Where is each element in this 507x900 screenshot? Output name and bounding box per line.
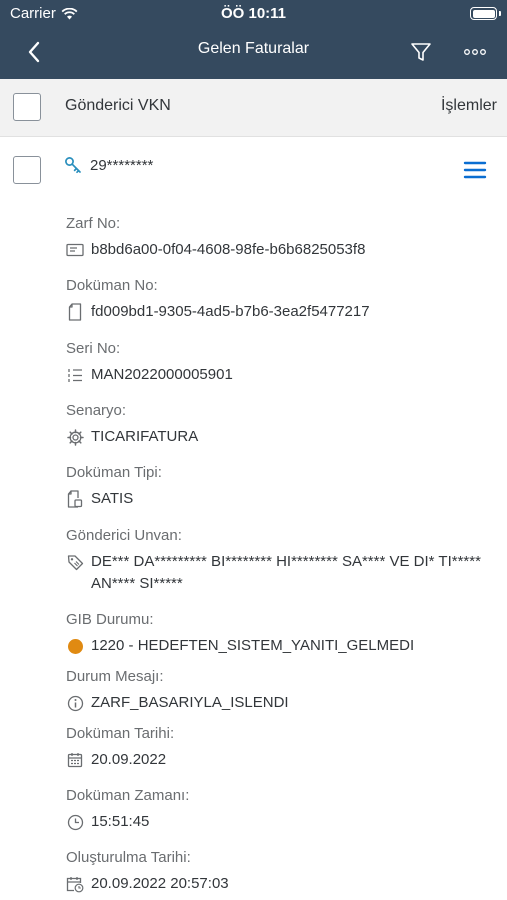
field-value: b8bd6a00-0f04-4608-98fe-b6b6825053f8 — [91, 241, 366, 258]
document-icon — [66, 301, 84, 323]
app-header: Carrier ÖÖ 10:11 Gelen Faturalar — [0, 0, 507, 79]
field-gib-durumu: GIB Durumu: 1220 - HEDEFTEN_SISTEM_YANIT… — [66, 611, 486, 657]
key-icon — [65, 157, 81, 174]
status-dot-icon — [66, 635, 84, 657]
gear-icon — [66, 426, 84, 448]
actions-column-label: İşlemler — [440, 97, 497, 114]
field-gonderici-unvan: Gönderici Unvan: DE*** DA********* BI***… — [66, 527, 486, 595]
menu-icon — [463, 161, 487, 179]
field-dokuman-zamani: Doküman Zamanı: 15:51:45 — [66, 787, 486, 833]
calendar-clock-icon — [66, 873, 84, 895]
select-all-checkbox[interactable] — [13, 93, 41, 121]
field-senaryo: Senaryo: TICARIFATURA — [66, 402, 486, 448]
field-value: 20.09.2022 — [91, 751, 167, 768]
status-bar: Carrier ÖÖ 10:11 — [0, 0, 507, 28]
tag-icon — [66, 551, 84, 573]
field-value: 15:51:45 — [91, 813, 150, 830]
field-zarf-no: Zarf No: b8bd6a00-0f04-4608-98fe-b6b6825… — [66, 215, 486, 261]
field-label: Doküman Tarihi: — [66, 725, 175, 742]
field-value: MAN2022000005901 — [91, 366, 233, 383]
list-header: Gönderici VKN İşlemler — [0, 79, 507, 137]
field-value: 20.09.2022 20:57:03 — [91, 875, 229, 892]
column-title: Gönderici VKN — [65, 97, 171, 114]
more-icon — [464, 49, 486, 55]
status-time: ÖÖ 10:11 — [220, 5, 287, 22]
clock-icon — [66, 811, 84, 833]
field-durum-mesaji: Durum Mesajı: ZARF_BASARIYLA_ISLENDI — [66, 668, 486, 714]
field-label: Doküman No: — [66, 277, 158, 294]
calendar-icon — [66, 749, 84, 771]
field-value: fd009bd1-9305-4ad5-b7b6-3ea2f5477217 — [91, 303, 370, 320]
field-dokuman-no: Doküman No: fd009bd1-9305-4ad5-b7b6-3ea2… — [66, 277, 486, 323]
field-label: Senaryo: — [66, 402, 127, 419]
field-value: ZARF_BASARIYLA_ISLENDI — [91, 694, 289, 711]
field-label: Seri No: — [66, 340, 121, 357]
filter-button[interactable] — [409, 40, 433, 64]
field-label: Doküman Tipi: — [66, 464, 162, 481]
item-menu-button[interactable] — [463, 160, 487, 180]
field-label: Durum Mesajı: — [66, 668, 164, 685]
vkn-value: 29******** — [90, 156, 154, 174]
item-checkbox[interactable] — [13, 156, 41, 184]
envelope-icon — [66, 239, 84, 261]
field-value: DE*** DA********* BI******** HI******** … — [91, 553, 481, 592]
document-type-icon — [66, 488, 84, 510]
field-seri-no: Seri No: MAN2022000005901 — [66, 340, 486, 386]
vkn-row: 29******** — [64, 156, 153, 174]
field-label: GIB Durumu: — [66, 611, 154, 628]
more-button[interactable] — [462, 43, 488, 61]
field-value: TICARIFATURA — [91, 428, 199, 445]
numbered-list-icon — [66, 364, 84, 386]
field-dokuman-tarihi: Doküman Tarihi: 20.09.2022 — [66, 725, 486, 771]
field-label: Zarf No: — [66, 215, 121, 232]
field-value: 1220 - HEDEFTEN_SISTEM_YANITI_GELMEDI — [91, 637, 415, 654]
battery-icon — [470, 7, 497, 20]
field-label: Oluşturulma Tarihi: — [66, 849, 191, 866]
field-dokuman-tipi: Doküman Tipi: SATIS — [66, 464, 486, 510]
filter-icon — [411, 43, 431, 61]
field-olusturulma-tarihi: Oluşturulma Tarihi: 20.09.2022 20:57:03 — [66, 849, 486, 895]
field-label: Doküman Zamanı: — [66, 787, 190, 804]
field-value: SATIS — [91, 490, 134, 507]
info-icon — [66, 692, 84, 714]
battery-tip — [499, 11, 501, 16]
field-label: Gönderici Unvan: — [66, 527, 182, 544]
